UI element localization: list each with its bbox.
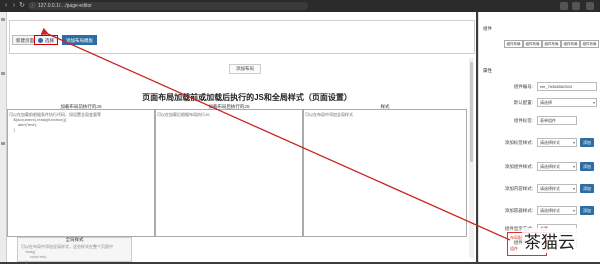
before-js-column[interactable]: 加载布局前执行的JS 可以在加载前根据条件执行代码，如设置全局变量等 $(doc… [7, 104, 155, 237]
container-style-select[interactable]: 请选择样式 ▾ [537, 206, 577, 215]
global-style-box[interactable]: 全局样式 可以在布局中添加全局样式，这些样式在整个页面中 body{ color… [17, 237, 132, 264]
vertical-scrollbar[interactable] [469, 58, 474, 258]
before-js-code[interactable]: 可以在加载前根据条件执行代码，如设置全局变量等 $(document).read… [9, 112, 153, 132]
add-layout-button[interactable]: 添加布局 [229, 64, 261, 74]
property-label: 添加容器样式: [504, 208, 533, 213]
reload-icon[interactable]: ↻ [18, 2, 26, 10]
sidebar-icon[interactable] [1, 142, 5, 145]
forward-icon[interactable]: › [10, 2, 18, 10]
left-sidebar [0, 12, 7, 262]
component-tab[interactable]: 组件布局 [561, 40, 580, 48]
property-label: 默认配置: [513, 100, 533, 105]
property-row: 组件编号: ele_76366562504 [479, 82, 600, 96]
select-button[interactable]: 选择 [34, 35, 58, 45]
profile-icon[interactable] [572, 2, 580, 10]
content-style-select[interactable]: 请选择样式 ▾ [537, 184, 577, 193]
browser-titlebar: ‹ › ↻ ⓘ 127.0.0.1/…/page-editor [0, 0, 600, 12]
add-template-button[interactable]: 添加布局模板 [62, 35, 97, 45]
back-icon[interactable]: ‹ [2, 2, 10, 10]
property-row: 添加组件样式: 请选择样式 ▾ 添加 [479, 162, 600, 176]
select-dot-icon [38, 38, 43, 44]
component-id-field[interactable]: ele_76366562504 [537, 82, 597, 91]
js-settings-grid: 加载布局前执行的JS 可以在加载前根据条件执行代码，如设置全局变量等 $(doc… [7, 104, 476, 237]
component-tab[interactable]: 组件布局 [504, 40, 523, 48]
chevron-down-icon: ▾ [572, 164, 575, 169]
select-value: 请选择样式 [540, 164, 560, 169]
watermark: 茶猫云 [522, 228, 577, 253]
component-style-select[interactable]: 请选择样式 ▾ [537, 162, 577, 171]
component-tab[interactable]: 组件布局 [542, 40, 561, 48]
chevron-down-icon: ▾ [572, 140, 575, 145]
add-container-style-button[interactable]: 添加 [580, 206, 594, 215]
default-config-select[interactable]: 请选择 ▾ [537, 98, 597, 107]
component-section-title: 组件 [483, 26, 492, 31]
property-section-title: 属性 [483, 68, 492, 73]
property-row: 添加标签样式: 请选择样式 ▾ 添加 [479, 138, 600, 152]
after-js-header: 加载布局后执行的JS [208, 104, 250, 109]
chevron-down-icon: ▾ [572, 208, 575, 213]
property-label: 添加组件样式: [504, 164, 533, 169]
sidebar-icon[interactable] [1, 18, 5, 21]
property-row: 添加内容样式: 请选择样式 ▾ 添加 [479, 184, 600, 198]
url-text: 127.0.0.1/…/page-editor [38, 3, 92, 9]
sidebar-icon[interactable] [1, 72, 5, 75]
highlight-text: 组件 [510, 246, 518, 251]
label-style-select[interactable]: 请选择样式 ▾ [537, 138, 577, 147]
property-label: 添加内容样式: [504, 186, 533, 191]
chevron-down-icon: ▾ [592, 100, 595, 105]
property-panel: 组件 组件布局 组件布局 组件布局 组件布局 组件布局 属性 组件编号: ele… [478, 12, 600, 262]
select-label: 选择 [45, 38, 54, 43]
after-js-column[interactable]: 加载布局后执行的JS 可以在加载后根据布局执行JS [155, 104, 303, 237]
property-row: 添加容器样式: 请选择样式 ▾ 添加 [479, 206, 600, 220]
before-js-header: 加载布局前执行的JS [60, 104, 102, 109]
extension-icon[interactable] [560, 2, 568, 10]
property-label: 添加标签样式: [504, 140, 533, 145]
global-style-header: 全局样式 [65, 237, 84, 242]
style-column[interactable]: 样式 可以在布局中添加全局样式 [303, 104, 467, 237]
add-label-style-button[interactable]: 添加 [580, 138, 594, 147]
global-style-code[interactable]: 可以在布局中添加全局样式，这些样式在整个页面中 body{ color:red;… [21, 244, 113, 264]
property-row: 默认配置: 请选择 ▾ [479, 98, 600, 112]
menu-icon[interactable] [586, 2, 594, 10]
chevron-down-icon: ▾ [572, 186, 575, 191]
info-icon[interactable]: ⓘ [30, 2, 35, 10]
property-label: 组件标签: [513, 118, 533, 123]
select-value: 请选择样式 [540, 186, 560, 191]
editor-canvas: 新建页面 选择 添加布局模板 添加布局 页面布局加载前或加载后执行的JS和全局样… [7, 12, 476, 264]
property-label: 组件编号: [513, 84, 533, 89]
style-code[interactable]: 可以在布局中添加全局样式 [305, 112, 465, 117]
after-js-code[interactable]: 可以在加载后根据布局执行JS [157, 112, 301, 117]
layout-toolbar: 新建页面 选择 添加布局模板 [9, 20, 475, 54]
page-title: 页面布局加载前或加载后执行的JS和全局样式（页面设置） [142, 93, 352, 102]
style-header: 样式 [380, 104, 390, 109]
select-value: 请选择样式 [540, 208, 560, 213]
select-value: 请选择 [540, 100, 552, 105]
select-value: 请选择样式 [540, 140, 560, 145]
component-tabs: 组件布局 组件布局 组件布局 组件布局 组件布局 [504, 40, 599, 48]
add-component-style-button[interactable]: 添加 [580, 162, 594, 171]
address-bar[interactable]: ⓘ 127.0.0.1/…/page-editor [28, 2, 308, 10]
component-label-field[interactable]: 表单组件 [537, 116, 577, 125]
component-tab[interactable]: 组件布局 [523, 40, 542, 48]
scrollbar-thumb[interactable] [470, 62, 473, 162]
property-row: 组件标签: 表单组件 [479, 116, 600, 130]
component-tab[interactable]: 组件布局 [580, 40, 599, 48]
add-content-style-button[interactable]: 添加 [580, 184, 594, 193]
